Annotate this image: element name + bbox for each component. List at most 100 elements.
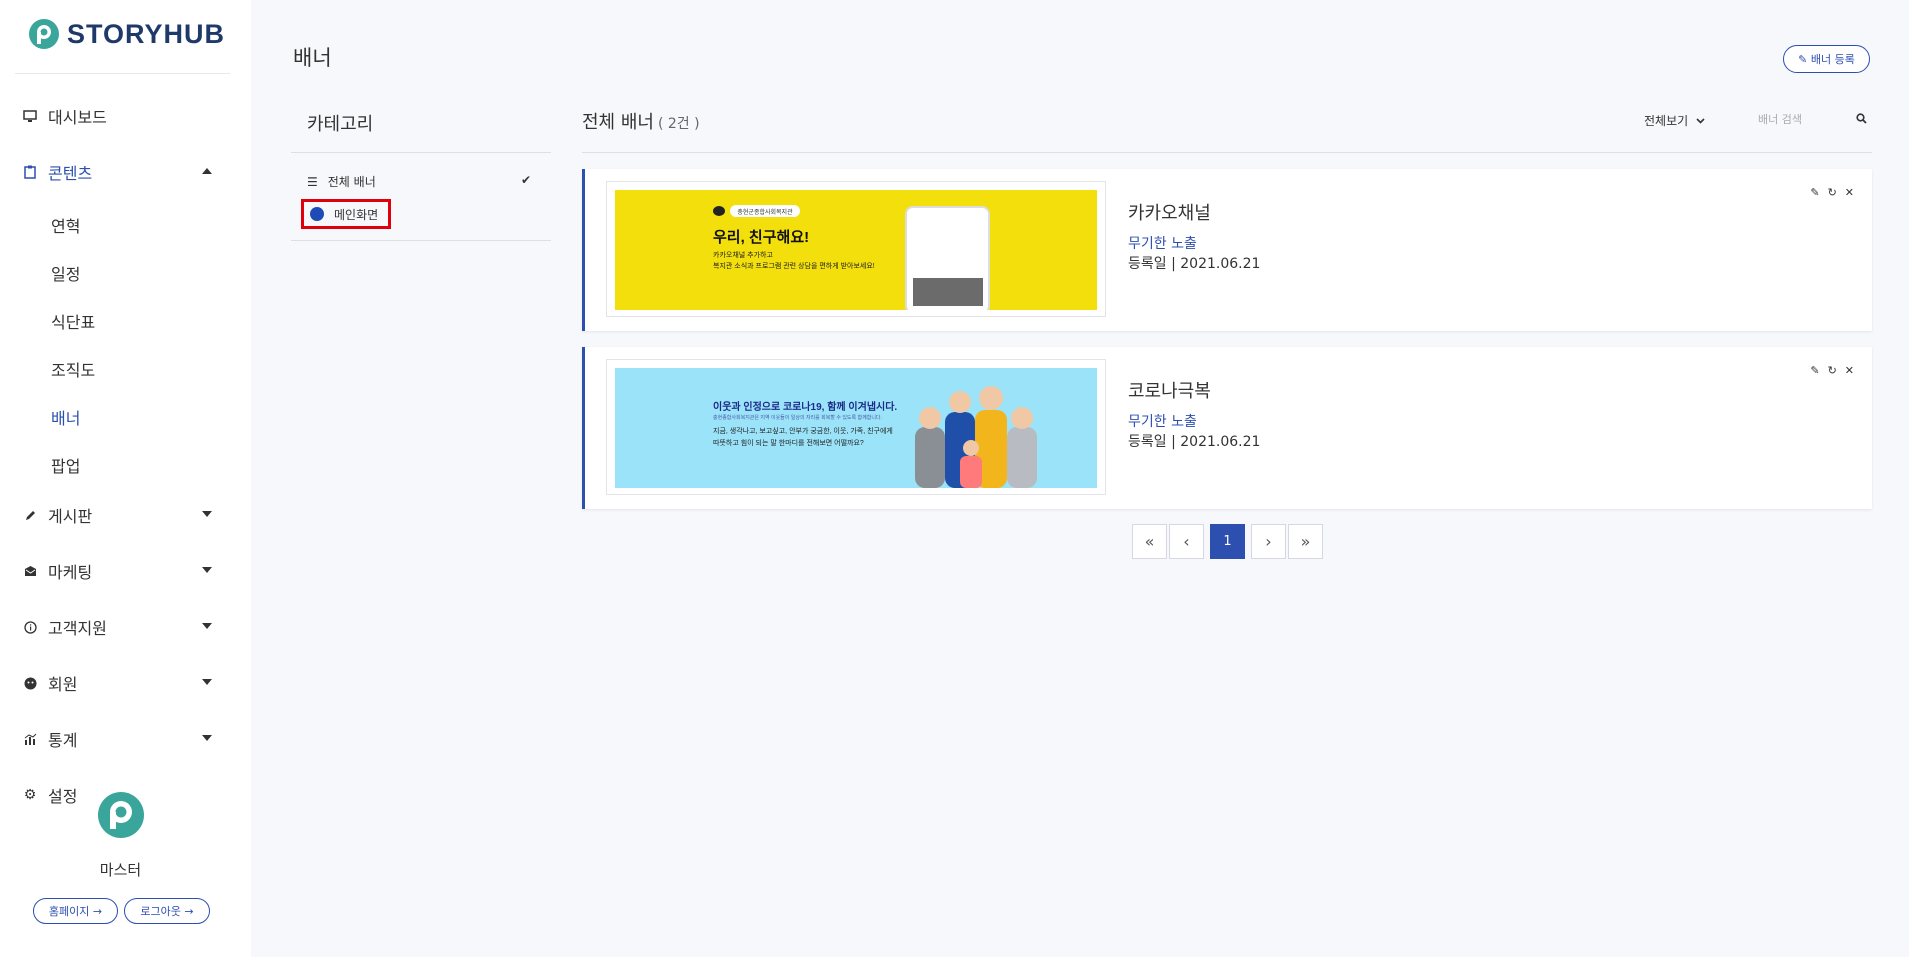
category-color-dot [310,207,324,221]
logout-button[interactable]: 로그아웃 → [124,898,210,924]
register-banner-button[interactable]: ✎ 배너 등록 [1783,45,1870,73]
view-filter-select[interactable]: 전체보기 [1644,112,1705,129]
page-title: 배너 [293,46,332,70]
category-label: 전체 배너 [327,175,376,189]
category-label: 메인화면 [334,207,379,222]
chevron-down-icon [202,679,212,685]
homepage-button[interactable]: 홈페이지 → [33,898,118,924]
sidebar-item-label: 대시보드 [48,108,107,127]
chevron-down-icon [202,511,212,517]
sidebar-item-board[interactable]: 게시판 [22,503,212,527]
chevron-down-icon [202,735,212,741]
banner-date: 등록일 | 2021.06.21 [1128,256,1261,272]
sidebar-item-label: 회원 [48,675,78,694]
banner-art-text: 지금, 생각나고, 보고싶고, 안부가 궁금한, 이웃, 가족, 친구에게 따뜻… [713,426,893,450]
monitor-icon [22,108,38,124]
page-button-current[interactable]: 1 [1210,524,1245,559]
refresh-icon[interactable]: ↻ [1828,186,1837,199]
banner-thumbnail[interactable]: 충현군종합사회복지관 우리, 친구해요! 카카오채널 추가하고 복지관 소식과 … [615,190,1097,310]
banner-art-text: 카카오채널 추가하고 복지관 소식과 프로그램 관련 상담을 편하게 받아보세요… [713,250,875,272]
search-input[interactable] [1758,113,1868,126]
banner-card[interactable]: 이웃과 인정으로 코로나19, 함께 이겨냅시다. 충현종합사회복지관은 지역 … [582,347,1872,509]
sidebar: STORYHUB 대시보드 콘텐츠 연혁 일정 식단표 조직도 배너 팝업 게시… [0,0,251,957]
prev-page-button[interactable]: ‹ [1169,524,1204,559]
filter-label: 전체보기 [1644,114,1689,128]
list-count: ( 2건 ) [657,116,700,132]
sidebar-item-label: 게시판 [48,507,93,526]
sidebar-item-support[interactable]: 고객지원 [22,615,212,639]
banner-art-pill: 충현군종합사회복지관 [730,205,800,217]
chevron-up-icon [202,168,212,174]
sidebar-item-label: 콘텐츠 [48,164,93,183]
storyhub-logo-icon [29,19,59,49]
chat-bubble-icon [713,206,725,216]
banner-art-headline: 이웃과 인정으로 코로나19, 함께 이겨냅시다. [713,402,898,413]
sidebar-item-members[interactable]: 회원 [22,671,212,695]
sidebar-item-contents[interactable]: 콘텐츠 [22,160,212,184]
banner-name: 코로나극복 [1128,381,1211,402]
banner-exposure: 무기한 노출 [1128,236,1197,252]
edit-icon[interactable]: ✎ [1810,186,1819,199]
chart-icon [22,731,38,747]
logo-divider [15,73,230,74]
next-page-button[interactable]: › [1251,524,1286,559]
sidebar-item-dashboard[interactable]: 대시보드 [22,104,212,128]
close-icon[interactable]: ✕ [1845,364,1854,377]
sidebar-sub-schedule[interactable]: 일정 [51,261,80,285]
sidebar-sub-popup[interactable]: 팝업 [51,453,80,477]
banner-thumbnail[interactable]: 이웃과 인정으로 코로나19, 함께 이겨냅시다. 충현종합사회복지관은 지역 … [615,368,1097,488]
banner-thumbnail-frame: 이웃과 인정으로 코로나19, 함께 이겨냅시다. 충현종합사회복지관은 지역 … [606,359,1106,495]
banner-art-line: 카카오채널 추가하고 [713,252,773,259]
first-page-button[interactable]: « [1132,524,1167,559]
sidebar-item-marketing[interactable]: 마케팅 [22,559,212,583]
last-page-button[interactable]: » [1288,524,1323,559]
banner-art-sub: 충현종합사회복지관은 지역 이웃들이 일상의 자리를 회복할 수 있도록 함께합… [713,415,882,421]
banner-name: 카카오채널 [1128,203,1211,224]
banner-card[interactable]: 충현군종합사회복지관 우리, 친구해요! 카카오채널 추가하고 복지관 소식과 … [582,169,1872,331]
category-main-screen[interactable]: 메인화면 [301,199,391,229]
refresh-icon[interactable]: ↻ [1828,364,1837,377]
search-icon[interactable] [1856,113,1867,127]
avatar [98,792,144,838]
banner-actions: ✎ ↻ ✕ [1810,186,1854,199]
sidebar-item-label: 마케팅 [48,563,93,582]
chevron-down-icon [202,567,212,573]
kakao-banner-image: 충현군종합사회복지관 우리, 친구해요! 카카오채널 추가하고 복지관 소식과 … [615,190,1097,310]
logo[interactable]: STORYHUB [27,17,225,51]
pagination: « ‹ 1 › » [1132,524,1323,559]
sidebar-sub-banner[interactable]: 배너 [51,405,80,429]
category-title: 카테고리 [307,114,374,135]
username: 마스터 [99,861,142,879]
mail-icon [22,563,38,579]
category-divider [291,240,551,241]
corona-banner-image: 이웃과 인정으로 코로나19, 함께 이겨냅시다. 충현종합사회복지관은 지역 … [615,368,1097,488]
chevron-down-icon [202,623,212,629]
logo-text: STORYHUB [67,18,226,49]
family-illustration [915,386,1037,488]
gear-icon: ⚙ [23,787,37,803]
sidebar-item-label: 통계 [48,731,78,750]
sidebar-item-label: 설정 [48,787,78,806]
banner-date: 등록일 | 2021.06.21 [1128,434,1261,450]
sidebar-sub-menu[interactable]: 식단표 [51,309,95,333]
phone-illustration [905,206,990,310]
close-icon[interactable]: ✕ [1845,186,1854,199]
category-divider [291,152,551,153]
banner-art-line: 지금, 생각나고, 보고싶고, 안부가 궁금한, 이웃, 가족, 친구에게 [713,428,893,435]
list-title-text: 전체 배너 [582,112,654,133]
list-title: 전체 배너( 2건 ) [582,108,700,134]
category-all-banners[interactable]: ☰ 전체 배너 [307,173,376,190]
chevron-down-icon [1696,117,1705,124]
banner-thumbnail-frame: 충현군종합사회복지관 우리, 친구해요! 카카오채널 추가하고 복지관 소식과 … [606,181,1106,317]
banner-exposure: 무기한 노출 [1128,414,1197,430]
banner-art-headline: 우리, 친구해요! [713,229,810,246]
sidebar-item-stats[interactable]: 통계 [22,727,212,751]
phone-photo [913,278,983,306]
banner-art-line: 복지관 소식과 프로그램 관련 상담을 편하게 받아보세요! [713,263,875,270]
banner-actions: ✎ ↻ ✕ [1810,364,1854,377]
edit-icon[interactable]: ✎ [1810,364,1819,377]
pencil-icon [22,507,38,523]
sidebar-sub-org[interactable]: 조직도 [51,357,95,381]
clipboard-icon [22,164,38,180]
sidebar-sub-history[interactable]: 연혁 [51,213,80,237]
